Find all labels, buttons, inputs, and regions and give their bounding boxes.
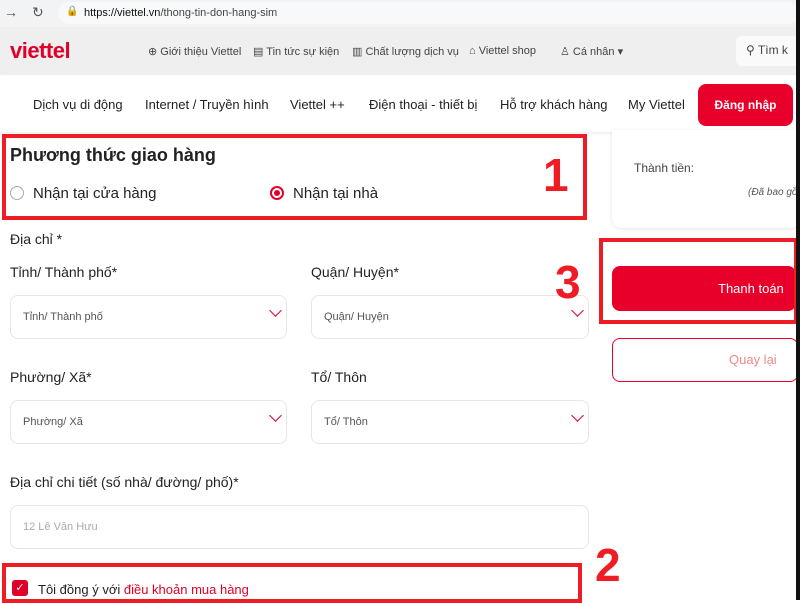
lock-icon: 🔒	[66, 6, 79, 17]
province-label: Tỉnh/ Thành phố*	[10, 264, 118, 280]
province-select[interactable]: Tỉnh/ Thành phố	[10, 295, 287, 339]
book-icon: ▥	[352, 46, 366, 58]
chevron-down-icon	[269, 304, 282, 317]
chevron-down-icon	[269, 409, 282, 422]
globe-icon: ⊕	[148, 46, 161, 58]
detail-label: Địa chỉ chi tiết (số nhà/ đường/ phố)*	[10, 474, 239, 490]
vat-note: (Đã bao gồ	[748, 187, 798, 198]
header-link-personal[interactable]: ♙ Cá nhân ▾	[560, 45, 623, 58]
window-edge	[796, 0, 800, 600]
login-button[interactable]: Đăng nhập	[698, 84, 793, 126]
ward-select[interactable]: Phường/ Xã	[10, 400, 287, 444]
link-label: Viettel shop	[478, 45, 536, 57]
ward-label: Phường/ Xã*	[10, 369, 92, 385]
header-link-news[interactable]: ▤ Tin tức sự kiện	[253, 45, 339, 58]
annotation-box-3	[599, 238, 798, 324]
forward-icon[interactable]: →	[4, 4, 18, 20]
district-label: Quận/ Huyện*	[311, 264, 399, 280]
shop-icon: ⌂	[469, 45, 479, 57]
nav-support[interactable]: Hỗ trợ khách hàng	[500, 97, 608, 112]
nav-mobile[interactable]: Dịch vụ di động	[33, 97, 123, 112]
search-placeholder: Tìm k	[757, 43, 788, 57]
caret-down-icon: ▾	[614, 46, 624, 58]
annotation-box-2	[2, 563, 582, 603]
nav-internet[interactable]: Internet / Truyền hình	[145, 97, 269, 112]
nav-viettel-plus[interactable]: Viettel ++	[290, 97, 345, 112]
order-summary: Thành tiền: (Đã bao gồ	[612, 130, 800, 228]
total-label: Thành tiền:	[634, 161, 695, 175]
link-label: Chất lượng dịch vụ	[365, 46, 459, 58]
link-label: Cá nhân	[572, 46, 615, 58]
chevron-down-icon	[571, 409, 584, 422]
header-link-about[interactable]: ⊕ Giới thiệu Viettel	[148, 45, 241, 58]
annotation-number-2: 2	[595, 539, 621, 591]
reload-icon[interactable]: ↻	[32, 4, 44, 21]
back-button[interactable]: Quay lại	[612, 338, 798, 382]
search-input[interactable]: ⚲ Tìm k	[736, 36, 800, 66]
address-bar[interactable]: 🔒 https://viettel.vn/thong-tin-don-hang-…	[58, 2, 800, 24]
url-path: /thong-tin-don-hang-sim	[160, 7, 278, 19]
district-select[interactable]: Quận/ Huyện	[311, 295, 589, 339]
annotation-number-3: 3	[555, 256, 581, 308]
district-placeholder: Quận/ Huyện	[324, 311, 389, 323]
viettel-logo[interactable]: viettel	[10, 38, 71, 64]
link-label: Giới thiệu Viettel	[160, 46, 242, 58]
hamlet-select[interactable]: Tổ/ Thôn	[311, 400, 589, 444]
province-placeholder: Tỉnh/ Thành phố	[23, 311, 103, 323]
nav-my-viettel[interactable]: My Viettel	[628, 97, 685, 112]
detail-placeholder: 12 Lê Văn Hưu	[23, 521, 98, 533]
search-icon: ⚲	[746, 43, 758, 57]
hamlet-label: Tổ/ Thôn	[311, 369, 367, 385]
url-host: https://viettel.vn	[84, 7, 161, 19]
news-icon: ▤	[253, 46, 267, 58]
address-title: Địa chỉ *	[10, 231, 63, 247]
header-link-quality[interactable]: ▥ Chất lượng dịch vụ	[352, 45, 459, 58]
header-link-shop[interactable]: ⌂ Viettel shop	[469, 45, 536, 57]
link-label: Tin tức sự kiện	[266, 46, 340, 58]
user-icon: ♙	[560, 46, 573, 58]
nav-devices[interactable]: Điện thoại - thiết bị	[369, 97, 477, 112]
hamlet-placeholder: Tổ/ Thôn	[324, 416, 368, 428]
annotation-box-1	[2, 134, 587, 220]
annotation-number-1: 1	[543, 149, 569, 201]
ward-placeholder: Phường/ Xã	[23, 416, 83, 428]
detail-address-input[interactable]: 12 Lê Văn Hưu	[10, 505, 589, 549]
